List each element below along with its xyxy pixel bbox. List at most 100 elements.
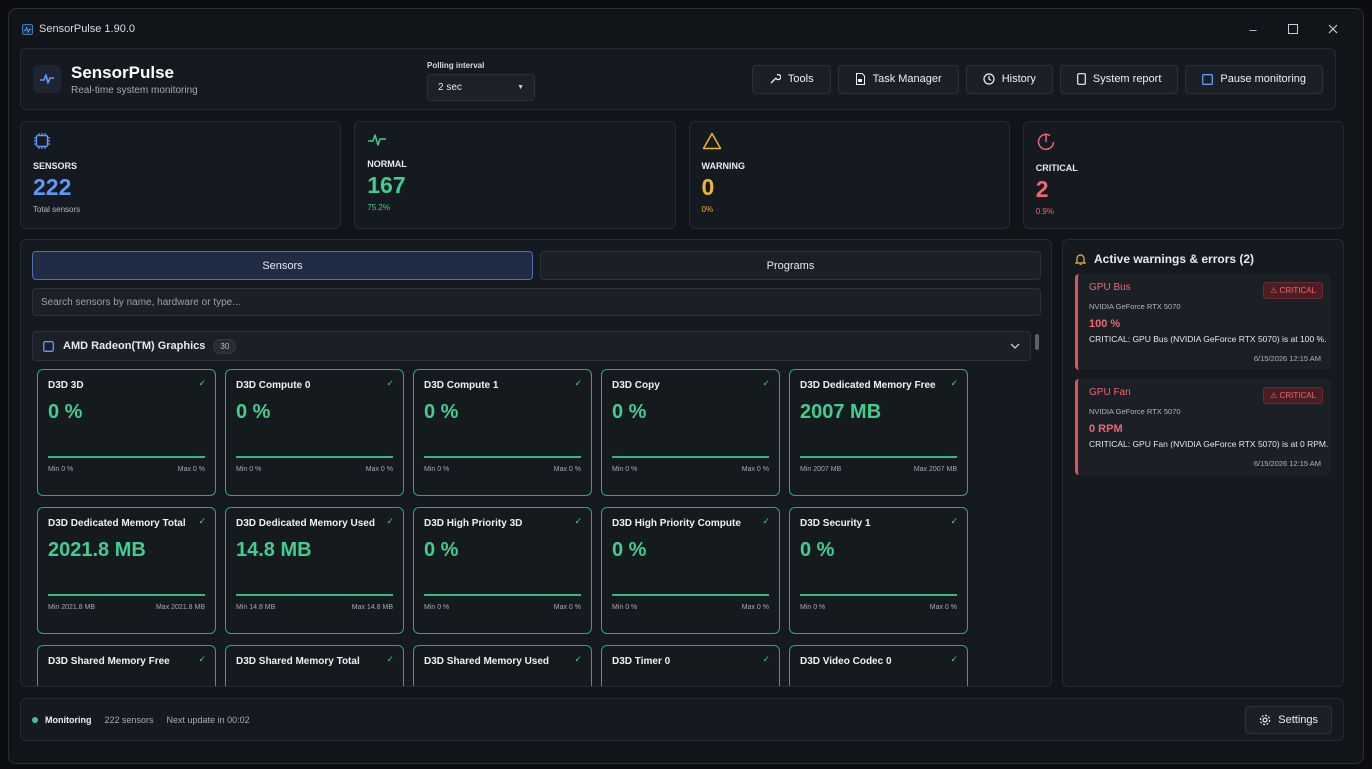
app-icon bbox=[21, 23, 33, 35]
tab-sensors[interactable]: Sensors bbox=[32, 251, 533, 280]
sensor-trend-line bbox=[612, 456, 769, 458]
sensor-max: Max 2021.8 MB bbox=[155, 604, 205, 611]
sensor-name: D3D Video Codec 0 bbox=[800, 656, 892, 667]
status-bar: Monitoring 222 sensors Next update in 00… bbox=[20, 698, 1344, 741]
sensor-card[interactable]: D3D Video Codec 0 ✓ bbox=[789, 645, 968, 686]
settings-button[interactable]: Settings bbox=[1245, 705, 1332, 734]
close-icon[interactable] bbox=[1315, 15, 1351, 43]
sensor-value: 0 % bbox=[236, 401, 271, 423]
sensor-card[interactable]: D3D 3D ✓ 0 % Min 0 % Max 0 % bbox=[37, 369, 216, 496]
sensor-value: 0 % bbox=[800, 539, 835, 561]
sensor-max: Max 0 % bbox=[177, 466, 205, 473]
polling-value: 2 sec bbox=[438, 82, 462, 93]
sensor-trend-line bbox=[236, 594, 393, 596]
alerts-header: Active warnings & errors (2) bbox=[1075, 252, 1331, 266]
check-icon: ✓ bbox=[574, 378, 582, 388]
chevron-down-icon: ▼ bbox=[517, 84, 524, 91]
sensor-count: 222 sensors bbox=[104, 714, 154, 725]
alerts-panel: Active warnings & errors (2) GPU Bus ⚠ C… bbox=[1062, 239, 1344, 687]
sensor-card[interactable]: D3D Shared Memory Used ✓ bbox=[413, 645, 592, 686]
sensor-value: 0 % bbox=[612, 401, 647, 423]
sensor-card[interactable]: D3D High Priority Compute ✓ 0 % Min 0 % Max … bbox=[601, 507, 780, 634]
sensor-card[interactable]: D3D Dedicated Memory Used ✓ 14.8 MB Min 14.… bbox=[225, 507, 404, 634]
check-icon: ✓ bbox=[950, 654, 958, 664]
alert-value: 0 RPM bbox=[1089, 423, 1123, 435]
stat-label: SENSORS bbox=[33, 161, 78, 171]
sensor-trend-line bbox=[48, 456, 205, 458]
minimize-icon[interactable]: – bbox=[1235, 15, 1271, 43]
system-report-button[interactable]: System report bbox=[1059, 64, 1179, 94]
alerts-title: Active warnings & errors (2) bbox=[1094, 252, 1255, 266]
sensor-trend-line bbox=[424, 594, 581, 596]
wrench-icon bbox=[770, 73, 781, 84]
sensor-max: Max 0 % bbox=[741, 466, 769, 473]
next-update: Next update in 00:02 bbox=[166, 714, 250, 725]
stat-label: NORMAL bbox=[367, 159, 407, 169]
alert-item[interactable]: GPU Fan ⚠ CRITICAL NVIDIA GeForce RTX 50… bbox=[1075, 379, 1331, 475]
group-count-badge: 30 bbox=[213, 338, 237, 354]
system-report-label: System report bbox=[1092, 73, 1162, 85]
pause-monitoring-button[interactable]: Pause monitoring bbox=[1185, 64, 1323, 94]
sensor-trend-line bbox=[800, 594, 957, 596]
sensor-card[interactable]: D3D Compute 1 ✓ 0 % Min 0 % Max 0 % bbox=[413, 369, 592, 496]
bell-icon bbox=[1075, 254, 1086, 265]
pause-monitoring-label: Pause monitoring bbox=[1220, 73, 1306, 85]
task-manager-button[interactable]: Task Manager bbox=[837, 64, 959, 94]
sensor-card[interactable]: D3D Security 1 ✓ 0 % Min 0 % Max 0 % bbox=[789, 507, 968, 634]
sensor-card[interactable]: D3D Dedicated Memory Free ✓ 2007 MB Min 200… bbox=[789, 369, 968, 496]
app-brand: SensorPulse bbox=[71, 62, 174, 82]
sensor-name: D3D Copy bbox=[612, 380, 660, 391]
sensor-card[interactable]: D3D Timer 0 ✓ bbox=[601, 645, 780, 686]
sensor-trend-line bbox=[800, 456, 957, 458]
tools-button[interactable]: Tools bbox=[751, 64, 831, 94]
sensor-card[interactable]: D3D High Priority 3D ✓ 0 % Min 0 % Max 0 % bbox=[413, 507, 592, 634]
history-label: History bbox=[1001, 73, 1036, 85]
check-icon: ✓ bbox=[198, 654, 206, 664]
status-dot-icon bbox=[32, 716, 38, 723]
check-icon: ✓ bbox=[386, 378, 394, 388]
stat-card-normal: NORMAL 167 75.2% bbox=[354, 121, 676, 229]
scrollbar-thumb[interactable] bbox=[1035, 334, 1039, 350]
polling-interval-select[interactable]: 2 sec ▼ bbox=[427, 74, 535, 101]
maximize-icon[interactable] bbox=[1275, 15, 1311, 43]
sensor-card[interactable]: D3D Compute 0 ✓ 0 % Min 0 % Max 0 % bbox=[225, 369, 404, 496]
stat-label: WARNING bbox=[701, 161, 746, 171]
sensor-value: 2021.8 MB bbox=[48, 539, 146, 561]
clock-icon bbox=[983, 73, 995, 85]
report-icon bbox=[1077, 73, 1086, 85]
hardware-group-header[interactable]: AMD Radeon(TM) Graphics 30 bbox=[32, 331, 1031, 361]
sensor-card[interactable]: D3D Shared Memory Total ✓ bbox=[225, 645, 404, 686]
toolbar: Tools Task Manager History System report… bbox=[751, 64, 1323, 94]
task-manager-label: Task Manager bbox=[872, 73, 942, 85]
chevron-down-icon[interactable] bbox=[1010, 340, 1020, 352]
stat-value: 0 bbox=[701, 174, 715, 200]
sensor-max: Max 14.8 MB bbox=[351, 604, 393, 611]
sensor-name: D3D Dedicated Memory Used bbox=[236, 518, 375, 529]
stat-value: 167 bbox=[367, 172, 406, 198]
sensor-name: D3D Compute 0 bbox=[236, 380, 311, 391]
check-icon: ✓ bbox=[198, 378, 206, 388]
check-icon: ✓ bbox=[762, 516, 770, 526]
check-icon: ✓ bbox=[198, 516, 206, 526]
sensor-card[interactable]: D3D Shared Memory Free ✓ bbox=[37, 645, 216, 686]
sensor-value: 0 % bbox=[612, 539, 647, 561]
sensor-name: D3D Dedicated Memory Total bbox=[48, 518, 186, 529]
critical-badge: ⚠ CRITICAL bbox=[1263, 387, 1323, 404]
window-title: SensorPulse 1.90.0 bbox=[39, 23, 136, 35]
sensor-max: Max 0 % bbox=[553, 604, 581, 611]
sensor-card[interactable]: D3D Copy ✓ 0 % Min 0 % Max 0 % bbox=[601, 369, 780, 496]
search-input[interactable] bbox=[32, 288, 1041, 316]
pause-checkbox-icon bbox=[1202, 73, 1214, 85]
pulse-icon bbox=[368, 134, 387, 146]
sensor-card[interactable]: D3D Dedicated Memory Total ✓ 2021.8 MB Min … bbox=[37, 507, 216, 634]
tab-programs[interactable]: Programs bbox=[540, 251, 1041, 280]
stat-sub: 75.2% bbox=[367, 203, 390, 212]
sensor-max: Max 0 % bbox=[553, 466, 581, 473]
sensor-name: D3D 3D bbox=[48, 380, 84, 391]
stat-card-critical: CRITICAL 2 0.9% bbox=[1022, 121, 1344, 229]
alert-item[interactable]: GPU Bus ⚠ CRITICAL NVIDIA GeForce RTX 50… bbox=[1075, 274, 1331, 370]
history-button[interactable]: History bbox=[965, 64, 1053, 94]
stat-sub: 0% bbox=[701, 205, 714, 214]
sensor-min: Min 14.8 MB bbox=[236, 604, 276, 611]
sensor-min: Min 2021.8 MB bbox=[48, 604, 96, 611]
